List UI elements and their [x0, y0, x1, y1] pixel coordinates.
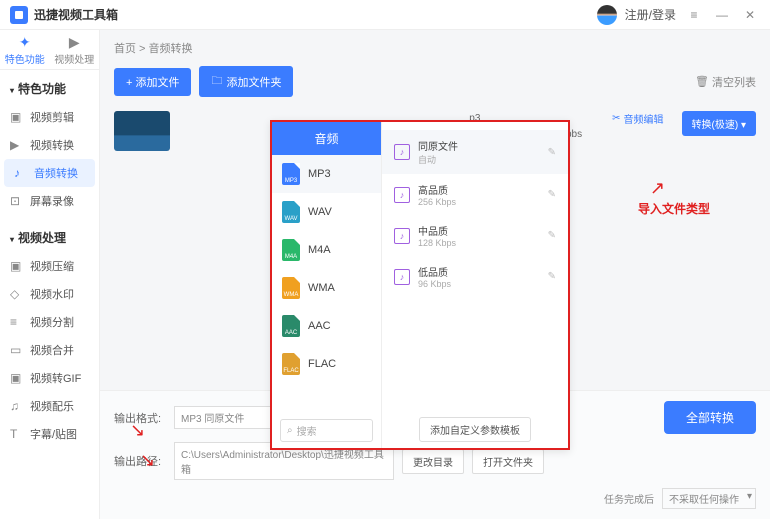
edit-icon[interactable]: ✎: [548, 230, 556, 241]
avatar[interactable]: [597, 5, 617, 25]
note-icon: ♪: [394, 144, 410, 160]
change-dir-button[interactable]: 更改目录: [402, 449, 464, 474]
flac-icon: FLAC: [282, 353, 300, 375]
add-file-button[interactable]: + 添加文件: [114, 68, 191, 96]
sidebar-item-screen-record[interactable]: ⊡屏幕录像: [0, 187, 99, 215]
format-item-wma[interactable]: WMAWMA: [272, 269, 381, 307]
annotation-text: 导入文件类型: [638, 200, 710, 217]
minimize-icon[interactable]: —: [712, 5, 732, 25]
breadcrumb: 首页 > 音频转换: [100, 30, 770, 60]
sidebar-item-gif[interactable]: ▣视频转GIF: [0, 364, 99, 392]
format-item-wav[interactable]: WAVWAV: [272, 193, 381, 231]
folder-icon: 🗀: [211, 72, 222, 91]
popup-tab-audio[interactable]: 音频: [272, 122, 381, 155]
convert-all-button[interactable]: 全部转换: [664, 401, 756, 434]
format-popup: 音频 MP3MP3 WAVWAV M4AM4A WMAWMA AACAAC FL…: [270, 120, 570, 450]
side-group-title[interactable]: 视频处理: [0, 223, 99, 252]
note-icon: ♪: [394, 187, 410, 203]
m4a-icon: M4A: [282, 239, 300, 261]
annotation-arrow: ↗: [650, 178, 665, 199]
audio-edit-button[interactable]: ✂音频编辑: [612, 111, 663, 126]
wma-icon: WMA: [282, 277, 300, 299]
quality-item-same[interactable]: ♪同原文件自动✎: [382, 130, 568, 174]
search-input[interactable]: ⌕搜索: [280, 419, 373, 442]
mp3-icon: MP3: [282, 163, 300, 185]
search-icon: ⌕: [287, 425, 293, 436]
sidebar-item-split[interactable]: ≡视频分割: [0, 308, 99, 336]
menu-icon[interactable]: ≡: [684, 5, 704, 25]
sidebar-item-compress[interactable]: ▣视频压缩: [0, 252, 99, 280]
edit-icon[interactable]: ✎: [548, 271, 556, 282]
quality-item-low[interactable]: ♪低品质96 Kbps✎: [382, 256, 568, 297]
wav-icon: WAV: [282, 201, 300, 223]
quality-item-high[interactable]: ♪高品质256 Kbps✎: [382, 174, 568, 215]
app-logo: [10, 6, 28, 24]
note-icon: ♪: [394, 228, 410, 244]
edit-icon[interactable]: ✎: [548, 147, 556, 158]
sidebar-item-subtitle[interactable]: T字幕/贴图: [0, 420, 99, 448]
side-top-tab-special[interactable]: ✦特色功能: [0, 30, 50, 69]
edit-icon[interactable]: ✎: [548, 189, 556, 200]
annotation-arrow: ↘: [140, 450, 155, 471]
format-item-mp3[interactable]: MP3MP3: [272, 155, 381, 193]
annotation-arrow: ↘: [130, 420, 145, 441]
sidebar-item-video-edit[interactable]: ▣视频剪辑: [0, 103, 99, 131]
format-item-flac[interactable]: FLACFLAC: [272, 345, 381, 383]
add-template-button[interactable]: 添加自定义参数模板: [419, 417, 531, 442]
convert-button[interactable]: 转换(极速) ▾: [682, 111, 756, 136]
side-top-tab-video[interactable]: ▶视频处理: [50, 30, 100, 69]
login-link[interactable]: 注册/登录: [625, 6, 676, 23]
quality-item-mid[interactable]: ♪中品质128 Kbps✎: [382, 215, 568, 256]
aac-icon: AAC: [282, 315, 300, 337]
format-item-aac[interactable]: AACAAC: [272, 307, 381, 345]
add-folder-button[interactable]: 🗀添加文件夹: [199, 66, 293, 97]
side-group-title[interactable]: 特色功能: [0, 74, 99, 103]
sidebar-item-video-convert[interactable]: ▶视频转换: [0, 131, 99, 159]
file-thumbnail[interactable]: [114, 111, 170, 151]
task-done-select[interactable]: 不采取任何操作: [662, 488, 756, 509]
sidebar-item-music[interactable]: ♫视频配乐: [0, 392, 99, 420]
clear-list-button[interactable]: 🗑清空列表: [695, 74, 756, 90]
note-icon: ♪: [394, 269, 410, 285]
trash-icon: 🗑: [695, 75, 709, 88]
close-icon[interactable]: ✕: [740, 5, 760, 25]
sidebar-item-merge[interactable]: ▭视频合并: [0, 336, 99, 364]
sidebar-item-watermark[interactable]: ◇视频水印: [0, 280, 99, 308]
sidebar: ✦特色功能 ▶视频处理 特色功能 ▣视频剪辑 ▶视频转换 ♪音频转换 ⊡屏幕录像…: [0, 30, 100, 519]
task-done-label: 任务完成后: [604, 491, 654, 506]
sidebar-item-audio-convert[interactable]: ♪音频转换: [4, 159, 95, 187]
scissors-icon: ✂: [612, 113, 620, 124]
format-item-m4a[interactable]: M4AM4A: [272, 231, 381, 269]
app-title: 迅捷视频工具箱: [34, 6, 118, 23]
open-folder-button[interactable]: 打开文件夹: [472, 449, 544, 474]
